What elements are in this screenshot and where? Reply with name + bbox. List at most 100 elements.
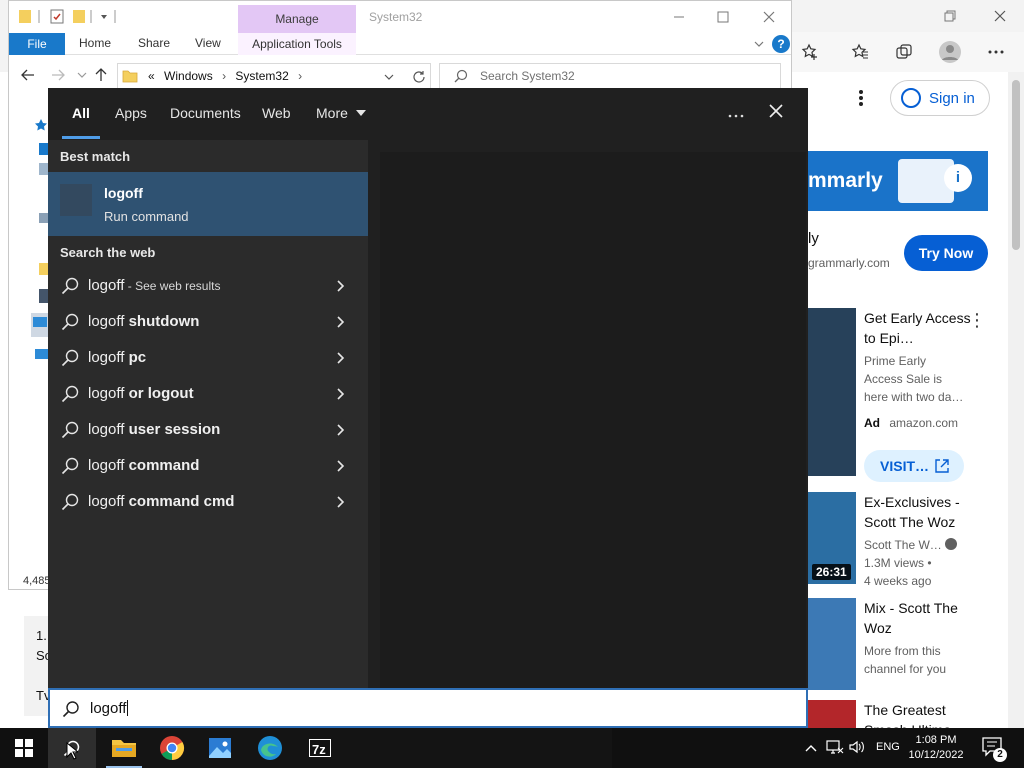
verified-icon	[945, 538, 958, 550]
back-arrow-icon[interactable]	[21, 69, 35, 81]
add-favorite-button[interactable]	[796, 38, 824, 66]
ad-site: grammarly.com	[808, 256, 890, 270]
search-icon	[62, 701, 79, 718]
ribbon-tab-home[interactable]: Home	[79, 36, 111, 50]
web-suggestion-text: logoff - See web results	[88, 277, 221, 294]
web-suggestion-row[interactable]: logoff pc	[48, 340, 368, 376]
file-explorer-taskbar-button[interactable]	[110, 734, 138, 762]
refresh-icon[interactable]	[412, 70, 426, 84]
explorer-titlebar: Manage System32	[9, 1, 791, 33]
external-link-icon	[935, 459, 949, 473]
explorer-search-placeholder: Search System32	[480, 69, 575, 83]
chevron-right-icon	[337, 460, 345, 472]
browser-menu-button[interactable]	[982, 38, 1010, 66]
sign-in-button[interactable]: Sign in	[890, 80, 990, 116]
forward-arrow-icon[interactable]	[51, 69, 65, 81]
visit-button[interactable]: VISIT…	[864, 450, 964, 482]
recent-locations-icon[interactable]	[77, 71, 87, 79]
taskbar: 7z ENG 1:08 PM 10/12/2022 2	[0, 728, 1024, 768]
ribbon-tab-application-tools[interactable]: Application Tools	[238, 33, 356, 55]
tab-more[interactable]: More	[316, 105, 366, 121]
web-suggestion-row[interactable]: logoff command cmd	[48, 484, 368, 520]
explorer-window-title: System32	[369, 10, 423, 24]
tab-documents[interactable]: Documents	[170, 105, 241, 121]
photos-taskbar-button[interactable]	[206, 734, 234, 762]
explorer-minimize-button[interactable]	[661, 5, 697, 29]
web-suggestion-row[interactable]: logoff command	[48, 448, 368, 484]
clock-time: 1:08 PM	[915, 734, 957, 746]
search-input[interactable]: logoff	[48, 688, 808, 728]
ad-source: Ad amazon.com	[864, 416, 959, 430]
explorer-close-button[interactable]	[751, 5, 787, 29]
ribbon-tab-view[interactable]: View	[195, 36, 221, 50]
ribbon-tab-file[interactable]: File	[9, 33, 65, 55]
result-preview-pane	[380, 152, 806, 688]
ad-brand-text: mmarly	[808, 169, 883, 192]
chrome-taskbar-button[interactable]	[158, 734, 186, 762]
7zip-taskbar-button[interactable]: 7z	[306, 734, 334, 762]
search-options-button[interactable]	[724, 100, 748, 124]
search-icon	[61, 457, 79, 475]
collections-button[interactable]	[890, 38, 918, 66]
address-bar[interactable]: « Windows › System32 ›	[117, 63, 431, 89]
sidebar-video-item[interactable]: 26:31 Ex-Exclusives - Scott The Woz Scot…	[808, 492, 998, 588]
web-suggestion-row[interactable]: logoff shutdown	[48, 304, 368, 340]
volume-tray-button[interactable]	[848, 739, 866, 757]
more-vertical-icon	[859, 90, 863, 106]
browser-close-button[interactable]	[982, 4, 1018, 28]
browser-restore-button[interactable]	[932, 4, 968, 28]
scrollbar-thumb[interactable]	[1012, 80, 1020, 250]
close-search-button[interactable]	[764, 100, 788, 124]
best-match-result[interactable]: logoff Run command	[48, 172, 368, 236]
input-language-indicator[interactable]: ENG	[876, 741, 900, 753]
taskbar-search-button[interactable]	[48, 728, 96, 768]
help-icon[interactable]: ?	[772, 35, 790, 53]
favorites-button[interactable]	[846, 38, 874, 66]
chevron-up-icon	[805, 745, 817, 752]
web-suggestion-row[interactable]: logoff user session	[48, 412, 368, 448]
chevron-down-icon[interactable]	[754, 40, 764, 48]
folder-icon	[112, 740, 136, 757]
web-suggestion-text: logoff user session	[88, 421, 221, 438]
start-button[interactable]	[0, 728, 48, 768]
sidebar-video-item[interactable]: Mix - Scott The Woz More from this chann…	[808, 598, 998, 694]
web-suggestion-row[interactable]: logoff - See web results	[48, 268, 368, 304]
search-results-list: Best match logoff Run command Search the…	[48, 140, 368, 688]
speaker-icon	[849, 740, 864, 754]
breadcrumb-system32[interactable]: System32	[235, 69, 288, 83]
chevron-down-icon[interactable]	[384, 73, 394, 81]
explorer-maximize-button[interactable]	[705, 5, 741, 29]
folder-icon	[122, 70, 138, 83]
breadcrumb-windows[interactable]: Windows	[164, 69, 213, 83]
tab-web[interactable]: Web	[262, 105, 291, 121]
video-title: The Greatest Smash Ultima…	[864, 702, 965, 728]
youtube-settings-button[interactable]	[850, 88, 872, 110]
tab-apps[interactable]: Apps	[115, 105, 147, 121]
edge-taskbar-button[interactable]	[256, 734, 284, 762]
web-suggestion-row[interactable]: logoff or logout	[48, 376, 368, 412]
try-now-button[interactable]: Try Now	[904, 235, 988, 271]
profile-button[interactable]	[936, 38, 964, 66]
more-horizontal-icon	[988, 50, 1004, 54]
up-arrow-icon[interactable]	[95, 68, 107, 82]
ribbon-tab-share[interactable]: Share	[138, 36, 170, 50]
run-command-icon	[60, 184, 92, 216]
chevron-right-icon	[337, 388, 345, 400]
close-icon	[994, 10, 1006, 22]
sidebar-video-item[interactable]: The Greatest Smash Ultima…	[808, 700, 998, 728]
ad-options-button[interactable]: ⋮	[968, 310, 986, 331]
chevron-right-icon	[337, 352, 345, 364]
video-duration: 26:31	[812, 564, 851, 580]
show-hidden-icons-button[interactable]	[802, 739, 820, 757]
collections-icon	[896, 44, 912, 59]
ad-thumbnail	[808, 308, 856, 476]
page-scrollbar[interactable]	[1008, 72, 1024, 728]
clock[interactable]: 1:08 PM 10/12/2022	[900, 733, 972, 763]
ad-info-button[interactable]: i	[944, 164, 972, 192]
sign-in-label: Sign in	[929, 89, 975, 107]
search-icon	[61, 277, 79, 295]
tab-all[interactable]: All	[72, 105, 90, 121]
network-tray-button[interactable]	[826, 739, 844, 757]
explorer-search-box[interactable]: Search System32	[439, 63, 781, 89]
manage-tab[interactable]: Manage	[238, 5, 356, 33]
